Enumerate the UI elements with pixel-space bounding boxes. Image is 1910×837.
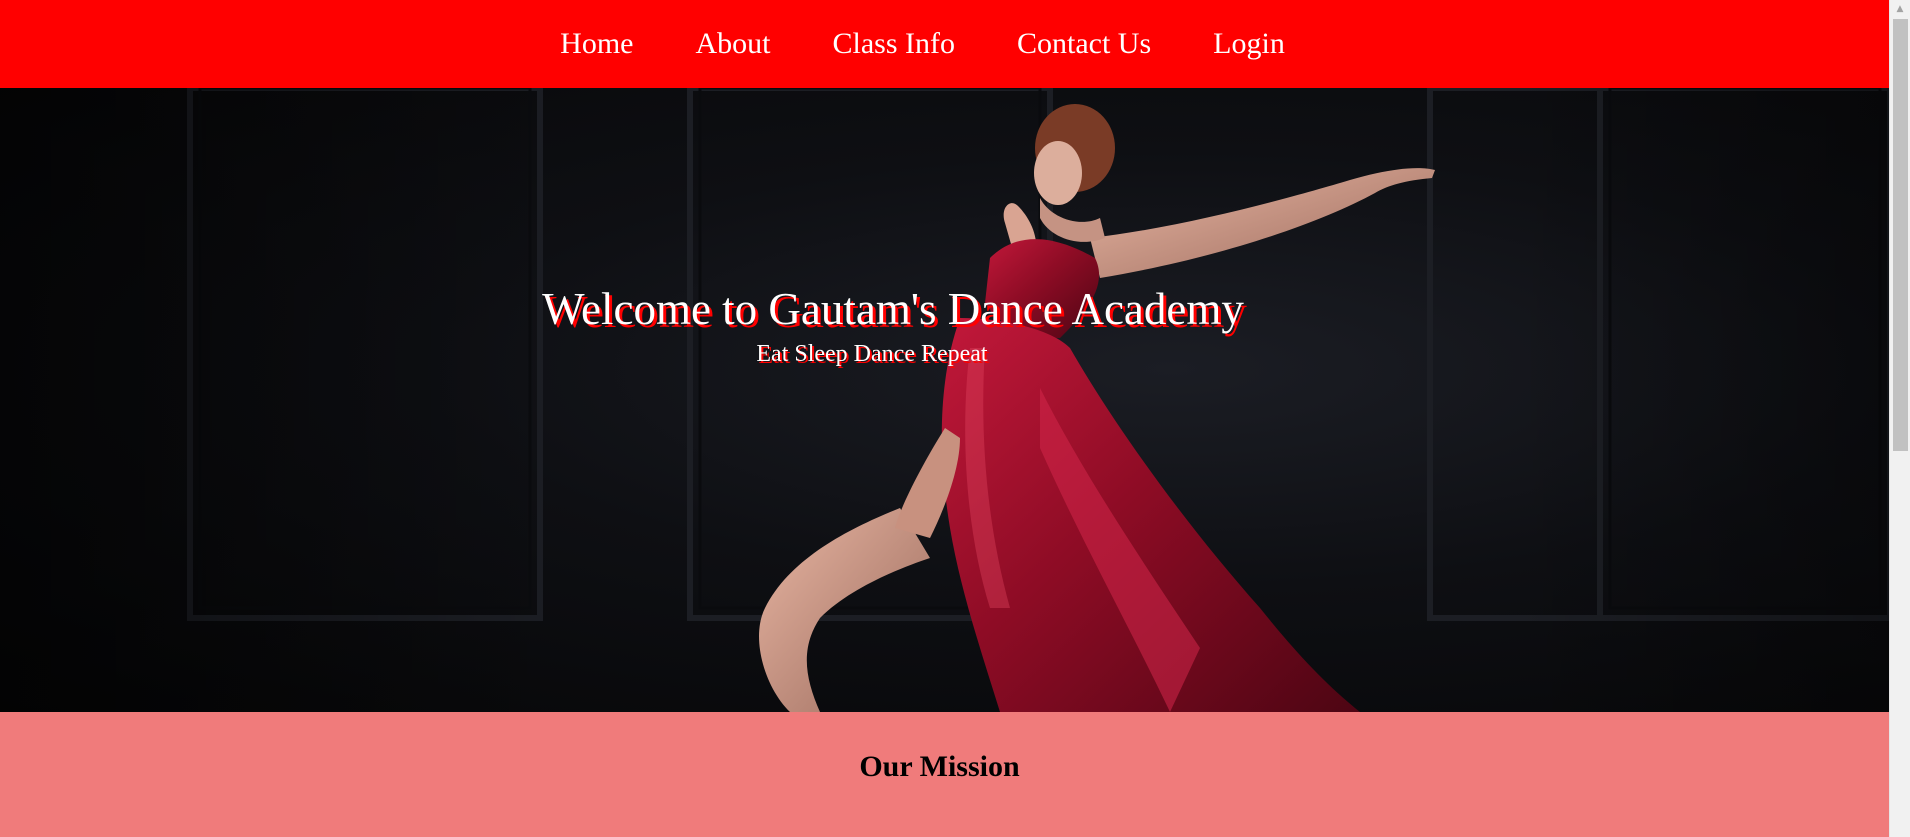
- nav-item-class-info: Class Info: [833, 29, 956, 59]
- nav-link-login[interactable]: Login: [1213, 29, 1285, 59]
- nav-item-contact-us: Contact Us: [1017, 29, 1151, 59]
- page: Home About Class Info Contact Us Login W…: [0, 0, 1910, 837]
- mission-section: Our Mission: [0, 712, 1889, 837]
- nav-menu: Home About Class Info Contact Us Login: [560, 29, 1285, 59]
- nav-item-about: About: [696, 29, 771, 59]
- scrollbar-thumb[interactable]: [1893, 19, 1908, 451]
- viewport: Home About Class Info Contact Us Login W…: [0, 0, 1889, 837]
- nav-link-home[interactable]: Home: [560, 29, 633, 59]
- nav-link-contact-us[interactable]: Contact Us: [1017, 29, 1151, 59]
- vertical-scrollbar[interactable]: ▲: [1889, 0, 1910, 837]
- scroll-up-arrow-icon[interactable]: ▲: [1890, 0, 1910, 17]
- hero-banner: Welcome to Gautam's Dance Academy Eat Sl…: [0, 88, 1889, 712]
- top-navbar: Home About Class Info Contact Us Login: [0, 0, 1889, 88]
- hero-title: Welcome to Gautam's Dance Academy: [542, 284, 1244, 334]
- nav-item-login: Login: [1213, 29, 1285, 59]
- nav-link-class-info[interactable]: Class Info: [833, 29, 956, 59]
- hero-background-image: [0, 88, 1889, 712]
- mission-heading: Our Mission: [859, 750, 1020, 783]
- hero-subtitle: Eat Sleep Dance Repeat: [756, 341, 988, 367]
- nav-item-home: Home: [560, 29, 633, 59]
- nav-link-about[interactable]: About: [696, 29, 771, 59]
